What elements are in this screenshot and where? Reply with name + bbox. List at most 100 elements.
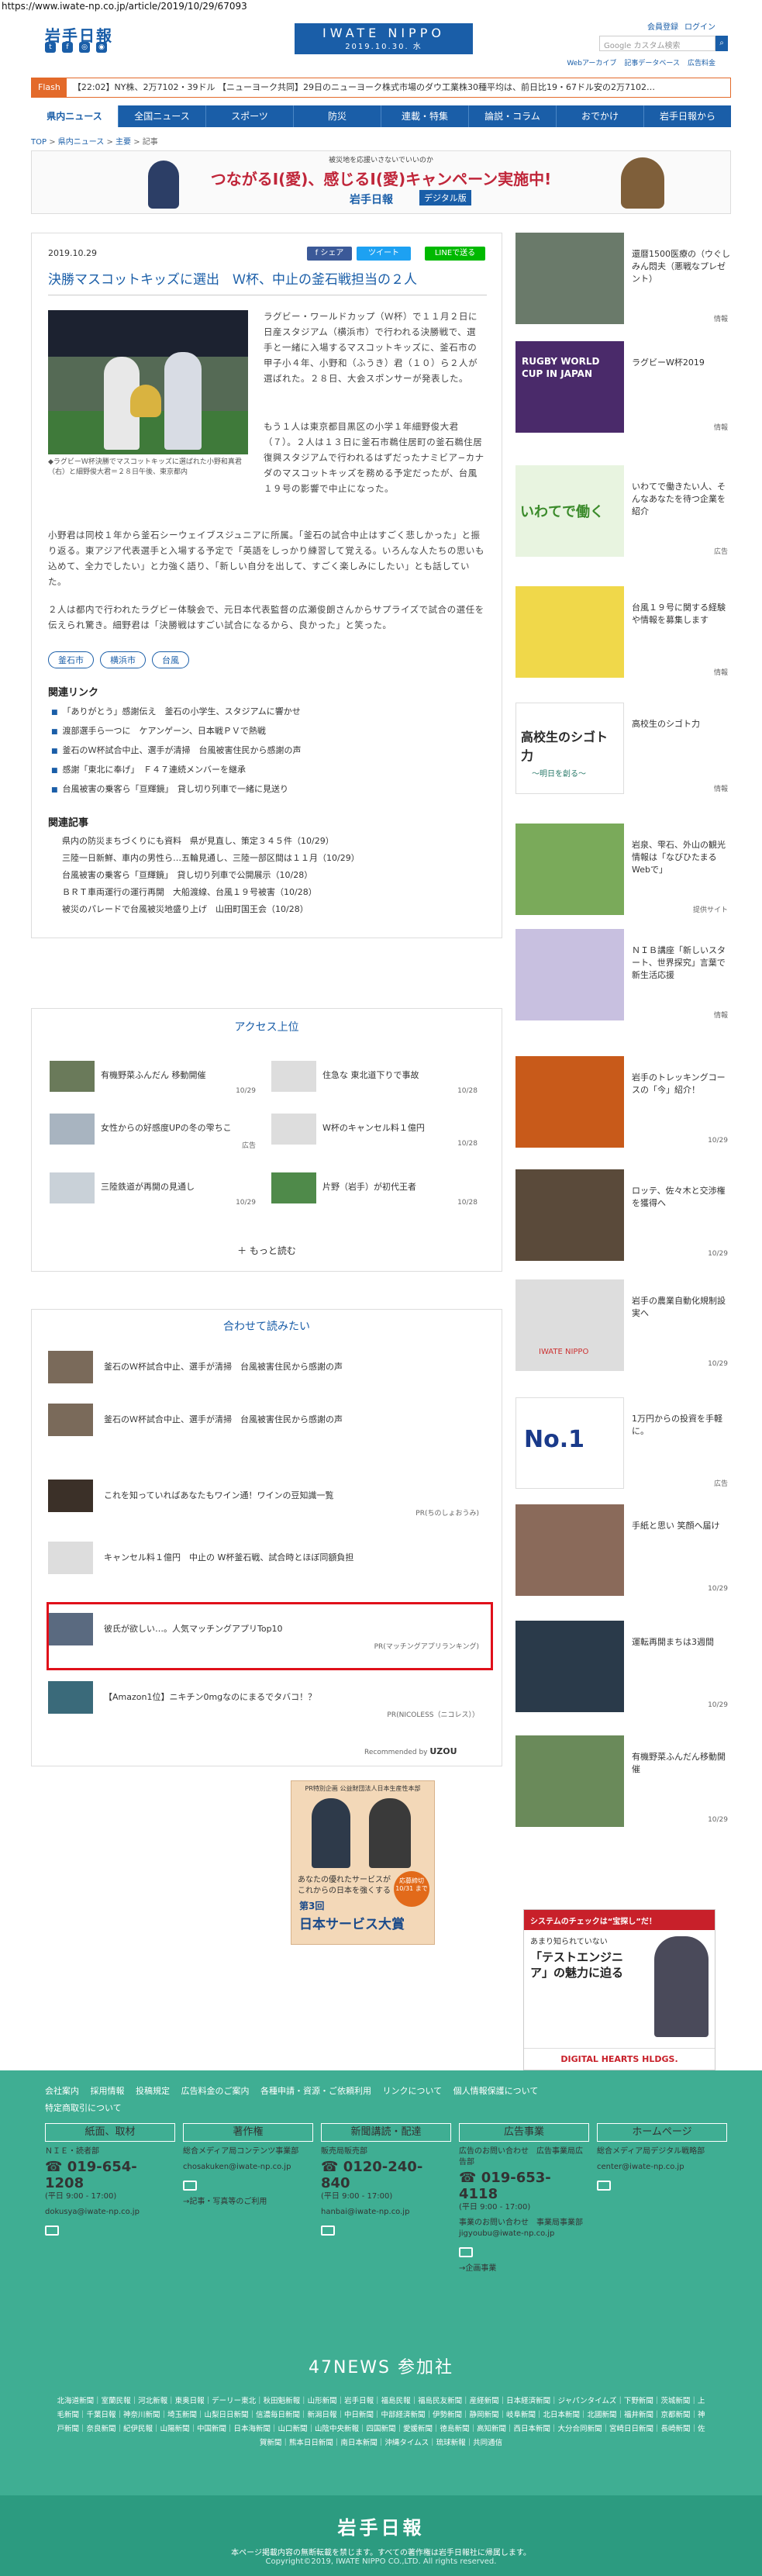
rss-icon[interactable]: ◉: [96, 42, 107, 53]
access-item[interactable]: 三陸鉄道が再開の見通し 10/29: [50, 1172, 259, 1211]
mail-icon[interactable]: [321, 2226, 335, 2236]
sidebar-item[interactable]: 運転再開まちは3週間 10/29: [515, 1621, 731, 1721]
breadcrumb-prefecture[interactable]: 県内ニュース: [58, 138, 105, 147]
article-db-link[interactable]: 記事データベース: [624, 57, 680, 67]
related-link-item[interactable]: 「ありがとう」感謝伝え 釜石の小学生、スタジアムに響かせ: [51, 703, 485, 722]
search-input[interactable]: Google カスタム検索: [599, 36, 715, 51]
sidebar-item[interactable]: ＮＩＢ講座「新しいスタート、世界探究」言葉で新生活応援 情報: [515, 929, 731, 1030]
line-share-button[interactable]: LINEで送る: [425, 247, 485, 261]
footer-mail[interactable]: chosakuken@iwate-np.co.jp: [183, 2162, 313, 2173]
related-article-item[interactable]: 県内の防災まちづくりにも資料 県が見直し、策定３４５件（10/29）: [62, 833, 487, 850]
search-icon[interactable]: ⌕: [715, 36, 728, 51]
access-item[interactable]: 片野（岩手）が初代王者 10/28: [271, 1172, 481, 1211]
footer-mail[interactable]: hanbai@iwate-np.co.jp: [321, 2207, 451, 2218]
sidebar-item[interactable]: 岩手のトレッキングコースの「今」紹介！ 10/29: [515, 1056, 731, 1157]
access-item[interactable]: W杯のキャンセル料１億円 10/28: [271, 1114, 481, 1152]
mail-icon[interactable]: [183, 2181, 197, 2191]
recommend-item[interactable]: 釜石のＷ杯試合中止、選手が清掃 台風被害住民から感謝の声: [48, 1400, 487, 1447]
footer-link[interactable]: 広告料金のご案内: [181, 2086, 250, 2096]
sidebar-item[interactable]: 高校生のシゴト力 〜明日を創る〜 高校生のシゴト力 情報: [515, 703, 731, 803]
footer-link[interactable]: 個人情報保護について: [453, 2086, 539, 2096]
footer-mail[interactable]: center@iwate-np.co.jp: [597, 2162, 727, 2173]
read-more-button[interactable]: ＋ もっと読む: [31, 1244, 502, 1257]
uzou-logo[interactable]: UZOU: [429, 1746, 457, 1756]
nav-disaster[interactable]: 防災: [294, 105, 381, 127]
footer-link[interactable]: 特定商取引について: [45, 2103, 122, 2113]
mail-icon[interactable]: [459, 2247, 473, 2257]
related-article-item[interactable]: ＢＲＴ車両運行の運行再開 大船渡線、台風１９号被害（10/28）: [62, 884, 487, 901]
related-article-item[interactable]: 台風被害の乗客ら「亘輝鏡」 貸し切り列車で公開展示（10/28）: [62, 867, 487, 884]
related-article-item[interactable]: 三陸一日新鮮、車内の男性ら…五輪見通し、三陸一部区間は１１月（10/29）: [62, 850, 487, 867]
facebook-icon[interactable]: f: [62, 42, 73, 53]
related-link-item[interactable]: 釜石のＷ杯試合中止、選手が清掃 台風被害住民から感謝の声: [51, 741, 485, 761]
footer-link[interactable]: 投稿規定: [136, 2086, 170, 2096]
footer-extra-link[interactable]: →記事・写真等のご利用: [183, 2197, 313, 2208]
service-award-ad[interactable]: PR特別企画 公益財団法人日本生産性本部 あなたの優れたサービスが これからの日…: [291, 1780, 435, 1945]
nav-series[interactable]: 連載・特集: [381, 105, 469, 127]
footer-link[interactable]: 会社案内: [45, 2086, 79, 2096]
facebook-share-button[interactable]: f シェア: [307, 247, 352, 261]
sidebar-item[interactable]: 還暦1500医療の（ウぐしみん悶夫（悪戦なプレゼント） 情報: [515, 233, 731, 333]
access-item[interactable]: 女性からの好感度UPの冬の雫ちこ 広告: [50, 1114, 259, 1152]
kou-tile-text: 高校生のシゴト力: [521, 730, 609, 763]
recommend-item[interactable]: 【Amazon1位】ニキチン0mgなのにまるでタバコ！？ PR(NICOLESS（…: [48, 1678, 487, 1725]
ad-rates-link[interactable]: 広告料金: [688, 57, 715, 67]
recommend-item[interactable]: キャンセル料１億円 中止の W杯釜石戦、試合時とほぼ同額負担: [48, 1538, 487, 1585]
ad3-brand: DIGITAL HEARTS HLDGS.: [524, 2048, 715, 2070]
recommend-item[interactable]: 釜石のＷ杯試合中止、選手が清掃 台風被害住民から感謝の声: [48, 1348, 487, 1394]
mail-icon[interactable]: [45, 2226, 59, 2236]
sidebar-item[interactable]: IWATE NIPPO 岩手の農業自動化規制設実へ 10/29: [515, 1279, 731, 1380]
footer-link[interactable]: 採用情報: [91, 2086, 125, 2096]
sidebar-item[interactable]: No.1 1万円からの投資を手軽に。 広告: [515, 1397, 731, 1498]
mail-icon[interactable]: [597, 2181, 611, 2191]
nav-sports[interactable]: スポーツ: [206, 105, 294, 127]
nav-from-nippo[interactable]: 岩手日報から: [644, 105, 731, 127]
brand-block[interactable]: IWATE NIPPO 2019.10.30. 水: [295, 23, 473, 54]
sidebar-item[interactable]: ロッテ、佐々木と交渉権を獲得へ 10/29: [515, 1169, 731, 1270]
instagram-icon[interactable]: ◎: [79, 42, 90, 53]
login-link[interactable]: ログイン: [684, 20, 715, 32]
footer-extra-link[interactable]: →企画事業: [459, 2263, 589, 2274]
url-bar[interactable]: https://www.iwate-np.co.jp/article/2019/…: [0, 0, 762, 12]
recommend-item[interactable]: これを知っていればあなたもワイン通！ワインの豆知識一覧 PR(ちのしょおうみ): [48, 1476, 487, 1523]
article-photo[interactable]: [48, 310, 248, 454]
sidebar-item[interactable]: 有機野菜ふんだん移動開催 10/29: [515, 1735, 731, 1836]
footer-mail[interactable]: dokusya@iwate-np.co.jp: [45, 2207, 175, 2218]
access-item[interactable]: 住急な 東北道下りで事故 10/28: [271, 1061, 481, 1100]
twitter-share-button[interactable]: ツイート: [357, 247, 411, 261]
twitter-icon[interactable]: t: [45, 42, 56, 53]
nav-prefecture-news[interactable]: 県内ニュース: [31, 105, 119, 127]
sidebar-item[interactable]: 岩泉、雫石、外山の観光情報は「なびひたまるWebで」 提供サイト: [515, 824, 731, 924]
sidebar-item[interactable]: RUGBY WORLD CUP IN JAPAN ラグビーW杯2019 情報: [515, 341, 731, 442]
related-link-item[interactable]: 渡部選手ら一つに ケアンゲーン、日本戦ＰＶで熱戦: [51, 722, 485, 741]
related-link-item[interactable]: 台風被害の乗客ら「亘輝鏡」 貸し切り列車で一緒に見送り: [51, 780, 485, 799]
news47-paper-list[interactable]: 北海道新聞｜室蘭民報｜河北新報｜東奥日報｜デーリー東北｜秋田魁新報｜山形新聞｜岩…: [54, 2395, 708, 2450]
testing-engineer-ad[interactable]: システムのチェックは“宝探し”だ！ あまり知られていない 「テストエンジニア」の…: [523, 1909, 715, 2070]
breadcrumb-top[interactable]: TOP: [31, 138, 47, 147]
breadcrumb-main[interactable]: 主要: [116, 138, 131, 147]
footer-mail[interactable]: 事業のお問い合わせ 事業局事業部 jigyoubu@iwate-np.co.jp: [459, 2218, 589, 2239]
sidebar-item[interactable]: いわてで働く いわてで働きたい人、そんなあなたを待つ企業を紹介 広告: [515, 465, 731, 566]
campaign-banner[interactable]: 被災地を応援いさないでいいのか つながるI(愛)、感じるI(愛)キャンペーン実施…: [31, 150, 731, 214]
nav-column[interactable]: 論説・コラム: [469, 105, 557, 127]
footer-link[interactable]: リンクについて: [383, 2086, 443, 2096]
footer-link[interactable]: 各種申請・資源・ご依頼利用: [260, 2086, 371, 2096]
footer-phone[interactable]: ☎ 019-654-1208: [45, 2159, 175, 2191]
tag-kamaishi[interactable]: 釜石市: [48, 651, 94, 668]
member-register-link[interactable]: 会員登録: [647, 20, 678, 32]
sidebar-item[interactable]: 台風１９号に関する経験や情報を募集します 情報: [515, 586, 731, 687]
flash-ticker[interactable]: Flash 【22:02】NY株、2万7102・39ドル 【ニューヨーク共同】29…: [31, 78, 731, 98]
sidebar-item[interactable]: 手紙と思い 笑顔へ届け 10/29: [515, 1504, 731, 1605]
footer-phone[interactable]: ☎ 0120-240-840: [321, 2159, 451, 2191]
related-article-item[interactable]: 被災のパレードで台風被災地盛り上げ 山田町国王会（10/28）: [62, 901, 487, 918]
nav-outing[interactable]: おでかけ: [557, 105, 644, 127]
tag-yokohama[interactable]: 横浜市: [100, 651, 146, 668]
tag-typhoon[interactable]: 台風: [152, 651, 189, 668]
nav-national-news[interactable]: 全国ニュース: [119, 105, 206, 127]
web-archive-link[interactable]: Webアーカイブ: [567, 57, 616, 67]
footer-phone[interactable]: ☎ 019-653-4118: [459, 2170, 589, 2202]
access-item[interactable]: 有機野菜ふんだん 移動開催 10/29: [50, 1061, 259, 1100]
footer-logo[interactable]: 岩手日報: [0, 2495, 762, 2540]
flash-text[interactable]: 【22:02】NY株、2万7102・39ドル 【ニューヨーク共同】29日のニュー…: [73, 82, 655, 92]
related-link-item[interactable]: 感謝「東北に奉げ」 Ｆ４７連続メンバーを継承: [51, 761, 485, 780]
